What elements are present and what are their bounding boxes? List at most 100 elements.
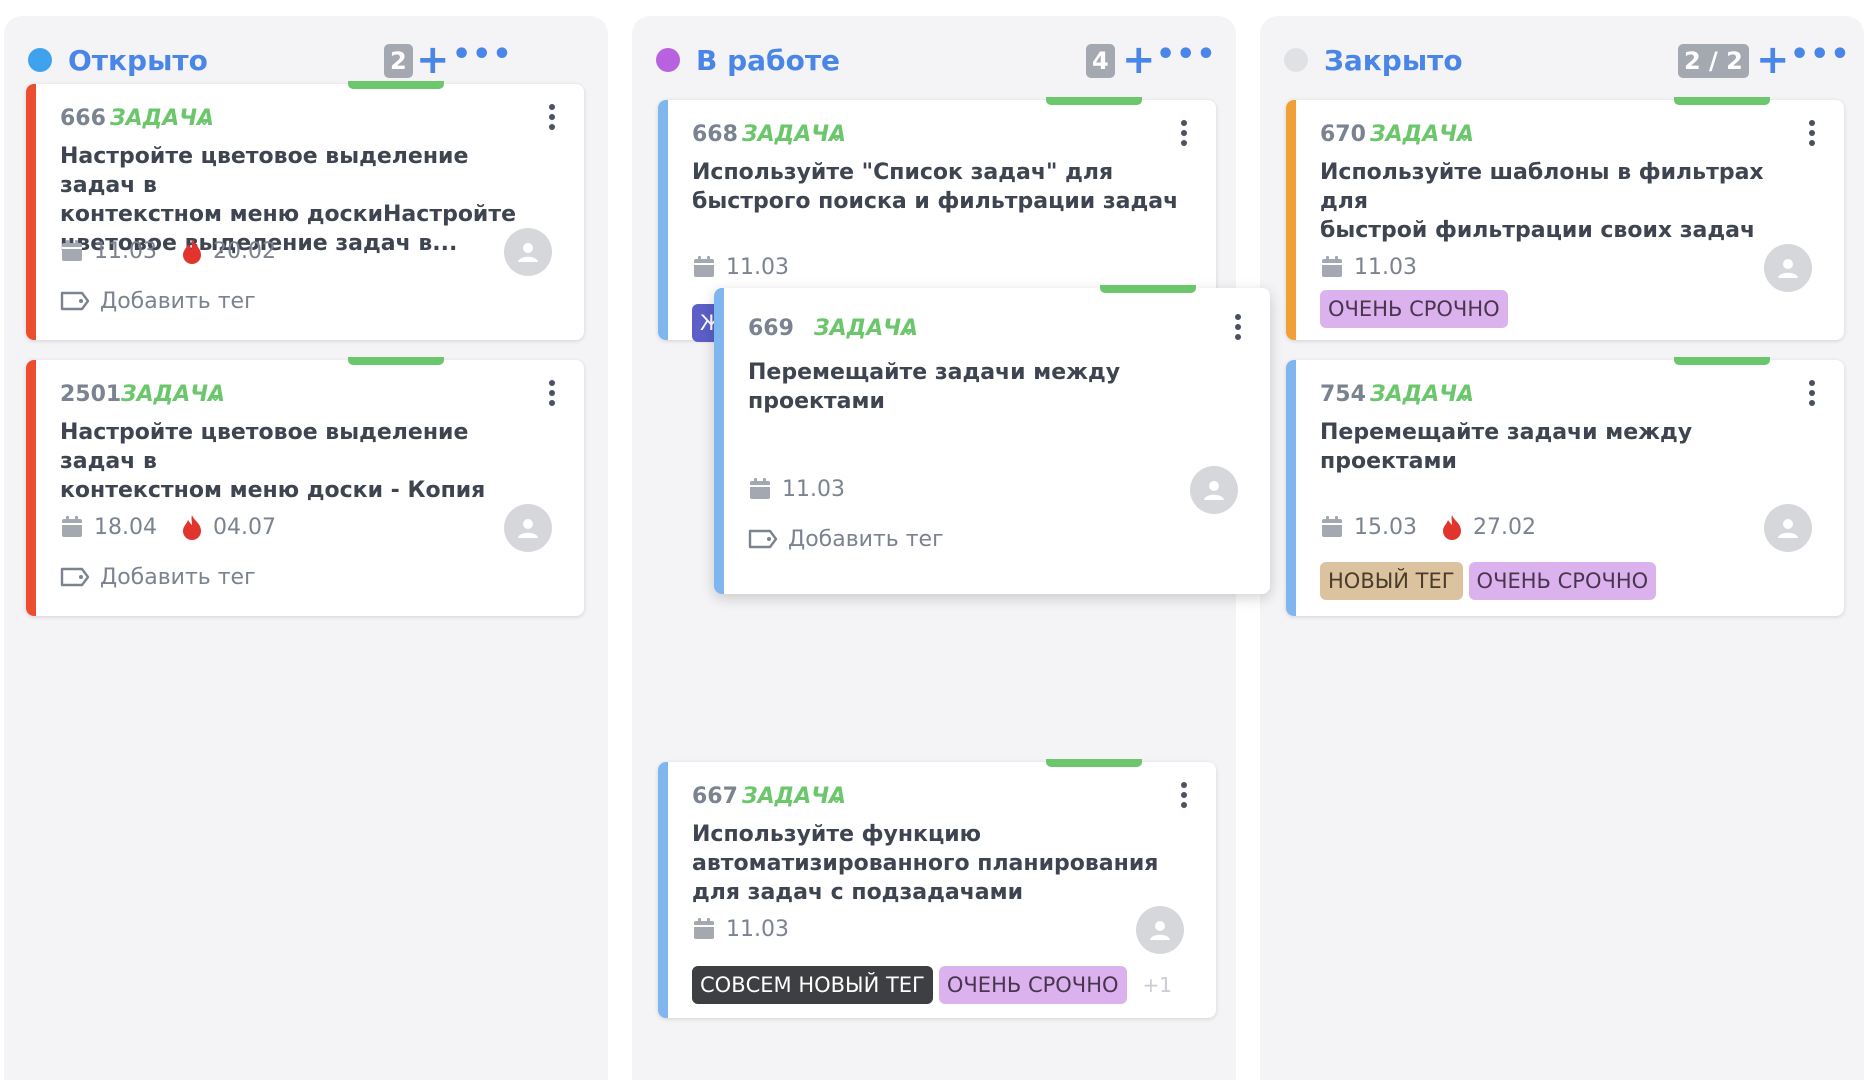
- tag-icon: [748, 529, 778, 549]
- start-date[interactable]: 11.03: [1354, 255, 1417, 280]
- start-date[interactable]: 18.04: [94, 515, 157, 540]
- priority-bar: [26, 360, 36, 616]
- more-vertical-icon[interactable]: [1180, 782, 1188, 812]
- task-card-2501[interactable]: 2501 ЗАДАЧА ⌄ Настройте цветовое выделен…: [26, 357, 584, 616]
- calendar-icon: [62, 516, 82, 537]
- user-icon: [1778, 519, 1798, 538]
- status-dot: [656, 48, 680, 72]
- chevron-down-icon[interactable]: ⌄: [196, 106, 213, 130]
- status-strip: [1100, 285, 1196, 293]
- task-title[interactable]: Перемещайте задачи между проектами: [1320, 418, 1810, 476]
- add-task-icon[interactable]: +: [1122, 40, 1156, 80]
- status-dot: [28, 48, 52, 72]
- avatar[interactable]: [1190, 466, 1238, 514]
- task-number: 668: [692, 122, 738, 147]
- tag-chip[interactable]: ОЧЕНЬ СРОЧНО: [1320, 290, 1508, 328]
- avatar[interactable]: [1764, 504, 1812, 552]
- more-vertical-icon[interactable]: [548, 104, 556, 134]
- add-tag-button[interactable]: Добавить тег: [748, 524, 944, 554]
- task-dates: 11.03: [1320, 252, 1417, 282]
- task-card-667[interactable]: 667 ЗАДАЧА ⌄ Используйте функцию автомат…: [658, 759, 1216, 1018]
- more-vertical-icon[interactable]: [548, 380, 556, 410]
- tag-chip[interactable]: ОЧЕНЬ СРОЧНО: [938, 966, 1127, 1004]
- deadline-date[interactable]: 27.02: [1473, 515, 1536, 540]
- avatar[interactable]: [504, 504, 552, 552]
- start-date[interactable]: 11.03: [726, 917, 789, 942]
- column-closed: Закрыто 2 / 2 + ••• 670 ЗАДАЧА ⌄ Использ…: [1260, 16, 1864, 1080]
- priority-bar: [1286, 100, 1296, 340]
- chevron-down-icon[interactable]: ⌄: [828, 784, 845, 808]
- add-task-icon[interactable]: +: [1756, 40, 1790, 80]
- tag-chip[interactable]: НОВЫЙ ТЕГ: [1320, 562, 1463, 600]
- add-task-icon[interactable]: +: [416, 40, 450, 80]
- chevron-down-icon[interactable]: ⌄: [1456, 122, 1473, 146]
- chevron-down-icon[interactable]: ⌄: [1456, 382, 1473, 406]
- task-card-754[interactable]: 754 ЗАДАЧА ⌄ Перемещайте задачи между пр…: [1286, 357, 1844, 616]
- column-header: В работе 4 + •••: [632, 16, 1236, 86]
- task-title[interactable]: Используйте шаблоны в фильтрах для быстр…: [1320, 158, 1810, 245]
- chevron-down-icon[interactable]: ⌄: [207, 382, 224, 406]
- chevron-down-icon[interactable]: ⌄: [900, 316, 917, 340]
- calendar-icon: [62, 240, 82, 261]
- task-number: 2501: [60, 382, 122, 407]
- priority-bar: [658, 762, 668, 1018]
- chevron-down-icon[interactable]: ⌄: [828, 122, 845, 146]
- start-date[interactable]: 11.03: [782, 477, 845, 502]
- add-tag-button[interactable]: Добавить тег: [60, 562, 256, 592]
- fire-icon: [182, 515, 201, 540]
- avatar[interactable]: [1764, 244, 1812, 292]
- tag-chip[interactable]: ОЧЕНЬ СРОЧНО: [1468, 562, 1657, 600]
- column-title: Закрыто: [1324, 44, 1463, 77]
- status-dot: [1284, 48, 1308, 72]
- calendar-icon: [1322, 516, 1342, 537]
- status-strip: [1674, 357, 1770, 365]
- tag-chip[interactable]: СОВСЕМ НОВЫЙ ТЕГ: [692, 966, 933, 1004]
- task-number: 666: [60, 106, 106, 131]
- task-card-670[interactable]: 670 ЗАДАЧА ⌄ Используйте шаблоны в фильт…: [1286, 97, 1844, 340]
- task-title[interactable]: Перемещайте задачи между проектами: [748, 358, 1238, 416]
- user-icon: [518, 519, 538, 538]
- more-vertical-icon[interactable]: [1180, 120, 1188, 150]
- task-card-666[interactable]: 666 ЗАДАЧА ⌄ Настройте цветовое выделени…: [26, 81, 584, 340]
- task-dates: 15.03 27.02: [1320, 512, 1536, 542]
- kanban-board: Открыто 2 + ••• 666 ЗАДАЧА ⌄ Настройте ц…: [0, 0, 1872, 1080]
- column-title: В работе: [696, 44, 841, 77]
- start-date[interactable]: 15.03: [1354, 515, 1417, 540]
- tag-icon: [60, 567, 90, 587]
- column-title: Открыто: [68, 44, 208, 77]
- more-horizontal-icon[interactable]: •••: [1156, 40, 1216, 80]
- task-title[interactable]: Используйте функцию автоматизированного …: [692, 820, 1182, 907]
- task-number: 667: [692, 784, 738, 809]
- task-title[interactable]: Настройте цветовое выделение задач в кон…: [60, 418, 550, 505]
- task-title[interactable]: Используйте "Список задач" для быстрого …: [692, 158, 1182, 216]
- more-horizontal-icon[interactable]: •••: [1790, 40, 1850, 80]
- more-vertical-icon[interactable]: [1234, 314, 1242, 344]
- add-tag-button[interactable]: Добавить тег: [60, 286, 256, 316]
- avatar[interactable]: [504, 228, 552, 276]
- task-card-669-dragging[interactable]: 669 ЗАДАЧА ⌄ Перемещайте задачи между пр…: [714, 285, 1270, 594]
- task-dates: 18.04 04.07: [60, 512, 276, 542]
- deadline-date[interactable]: 04.07: [213, 515, 276, 540]
- start-date[interactable]: 11.03: [94, 239, 157, 264]
- calendar-icon: [694, 256, 714, 277]
- tag-list: НОВЫЙ ТЕГ ОЧЕНЬ СРОЧНО: [1320, 562, 1657, 600]
- user-icon: [1150, 921, 1170, 940]
- task-dates: 11.03: [692, 252, 789, 282]
- calendar-icon: [750, 478, 770, 499]
- status-strip: [1674, 97, 1770, 105]
- avatar[interactable]: [1136, 906, 1184, 954]
- task-dates: 11.03: [692, 914, 789, 944]
- calendar-icon: [694, 918, 714, 939]
- more-tags-count[interactable]: +1: [1143, 973, 1172, 997]
- deadline-date[interactable]: 20.02: [213, 239, 276, 264]
- column-header: Закрыто 2 / 2 + •••: [1260, 16, 1864, 86]
- user-icon: [1778, 259, 1798, 278]
- task-dates: 11.03 20.02: [60, 236, 276, 266]
- tag-icon: [60, 291, 90, 311]
- more-vertical-icon[interactable]: [1808, 120, 1816, 150]
- user-icon: [518, 243, 538, 262]
- column-count-badge: 2: [384, 44, 413, 78]
- start-date[interactable]: 11.03: [726, 255, 789, 280]
- more-horizontal-icon[interactable]: •••: [452, 40, 512, 80]
- more-vertical-icon[interactable]: [1808, 380, 1816, 410]
